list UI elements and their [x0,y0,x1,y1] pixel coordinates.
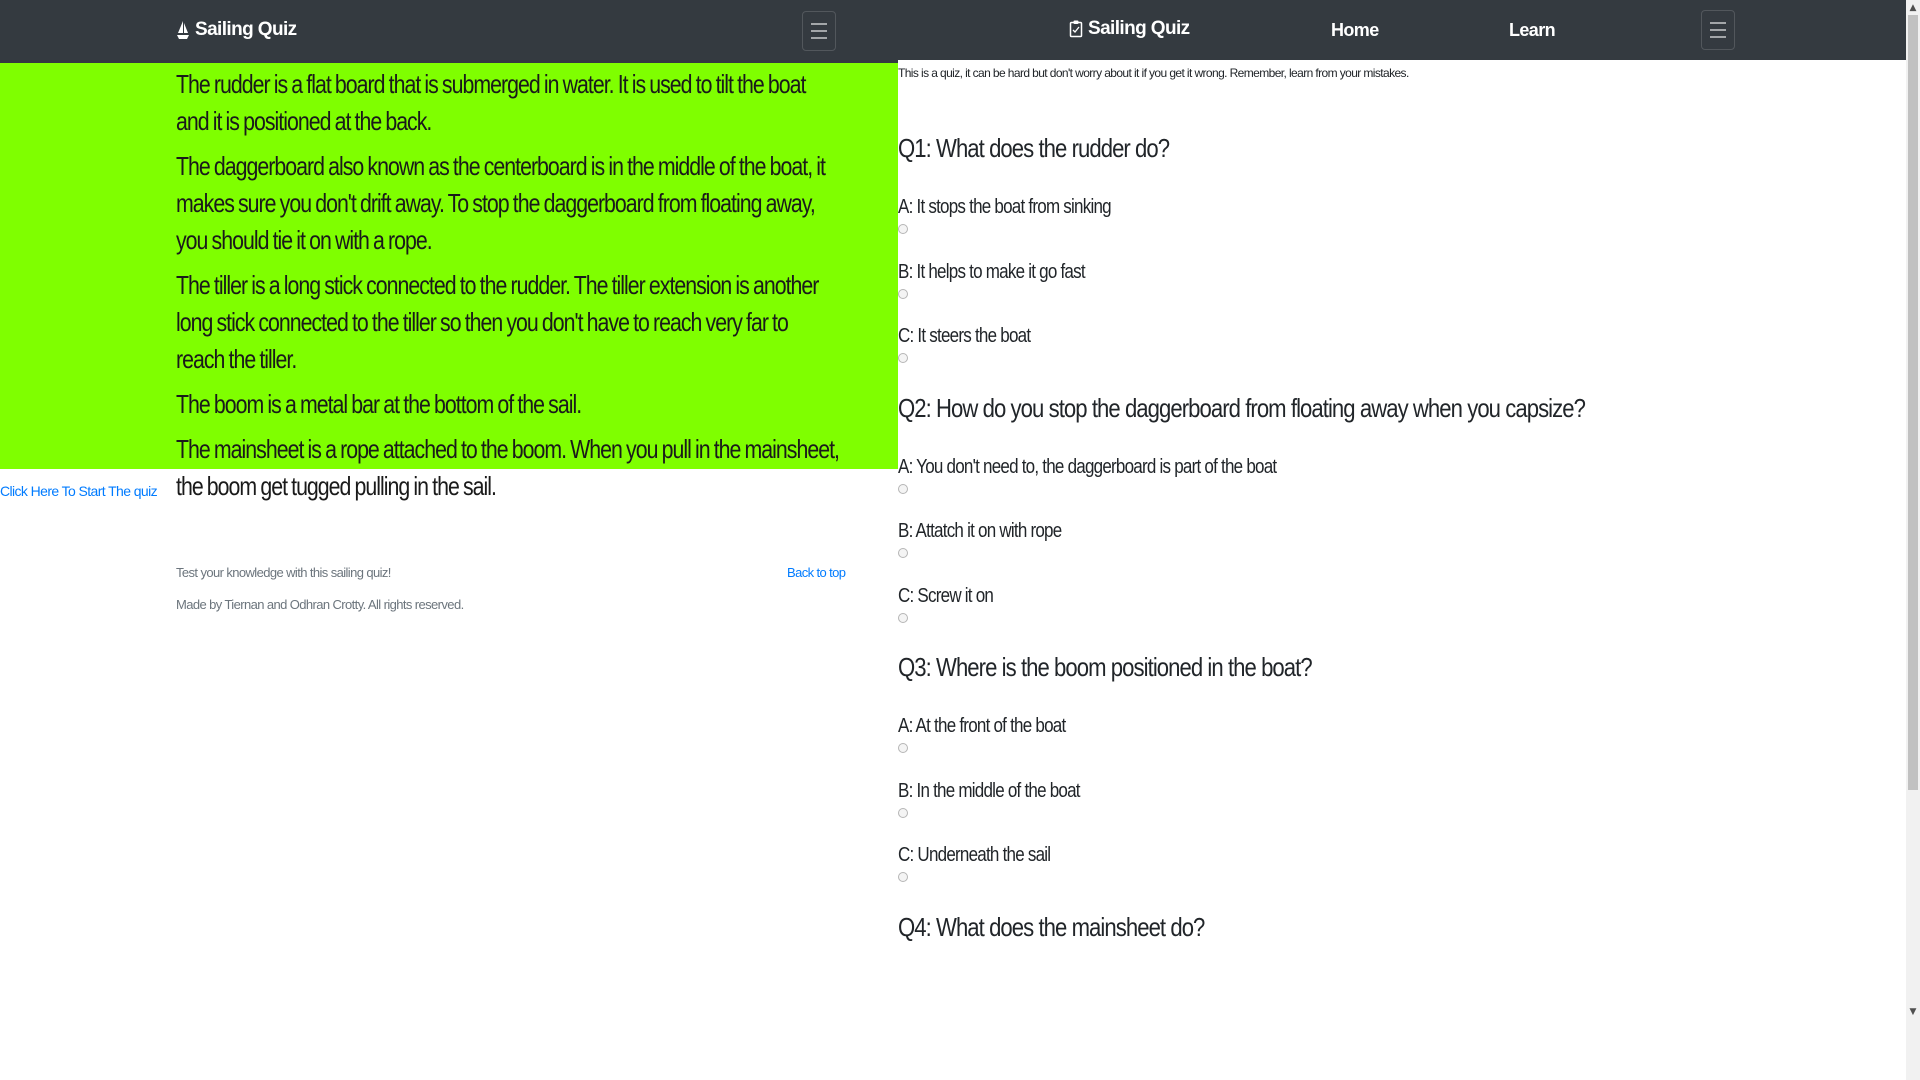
info-panel: The rudder is a flat board that is subme… [0,63,898,501]
back-to-top-link[interactable]: Back to top [787,565,846,580]
quiz-brand-label: Sailing Quiz [1088,18,1190,39]
q1-option-a: A: It stops the boat from sinking [898,194,1798,259]
info-boom: The boom is a metal bar at the bottom of… [176,389,582,419]
nav-home[interactable]: Home [1331,20,1379,41]
option-label: A: It stops the boat from sinking [898,196,1112,218]
scroll-down-arrow-icon[interactable]: ▼ [1908,1006,1918,1018]
q2-radio-c[interactable] [898,612,908,623]
info-daggerboard: The daggerboard also known as the center… [176,151,826,255]
scrollbar-thumb[interactable] [1908,15,1918,790]
q3-option-a: A: At the front of the boat [898,713,1798,778]
option-label: B: In the middle of the boat [898,779,1081,802]
info-rudder: The rudder is a flat board that is subme… [176,69,806,136]
option-label: B: It helps to make it go fast [898,260,1086,283]
quiz-brand-link[interactable]: Sailing Quiz [1069,18,1190,40]
q1-radio-b[interactable] [898,288,908,299]
sailboat-icon [177,21,189,39]
navbar-toggler[interactable] [802,11,836,51]
option-label: A: At the front of the boat [898,715,1066,737]
q1-radio-c[interactable] [898,353,908,363]
question-4: Q4: What does the mainsheet do? [898,911,1205,942]
nav-learn[interactable]: Learn [1509,20,1556,41]
q3-radio-c[interactable] [898,872,908,882]
info-tiller: The tiller is a long stick connected to … [176,270,819,374]
q2-radio-b[interactable] [898,548,908,558]
right-navbar [898,0,1906,60]
left-navbar: Sailing Quiz [0,0,898,63]
question-2: Q2: How do you stop the daggerboard from… [898,392,1586,423]
q3-option-c: C: Underneath the sail [898,842,1798,907]
hamburger-menu-icon [1710,22,1726,24]
quiz-navbar-toggler[interactable] [1701,10,1735,50]
start-quiz-link[interactable]: Click Here To Start The quiz [0,483,158,499]
q1-radio-a[interactable] [898,224,908,234]
q3-radio-b[interactable] [898,807,908,818]
q2-radio-a[interactable] [898,483,908,494]
brand-label: Sailing Quiz [195,19,297,40]
question-3: Q3: Where is the boom positioned in the … [898,652,1313,682]
q2-option-c: C: Screw it on [898,583,1798,648]
info-text: The rudder is a flat board that is subme… [176,66,840,513]
footer-tagline: Test your knowledge with this sailing qu… [176,565,391,580]
clipboard-icon [1069,20,1083,38]
quiz-intro: This is a quiz, it can be hard but don't… [898,66,1409,80]
question-1: Q1: What does the rudder do? [898,133,1170,163]
scroll-up-arrow-icon[interactable]: ▲ [1908,2,1918,14]
option-label: A: You don't need to, the daggerboard is… [898,455,1277,478]
q2-option-a: A: You don't need to, the daggerboard is… [898,454,1798,519]
option-label: C: It steers the boat [898,325,1031,347]
q1-option-b: B: It helps to make it go fast [898,259,1798,324]
q2-option-b: B: Attatch it on with rope [898,518,1798,583]
q3-option-b: B: In the middle of the boat [898,778,1798,843]
option-label: C: Underneath the sail [898,844,1051,866]
q1-option-c: C: It steers the boat [898,323,1798,388]
info-mainsheet: The mainsheet is a rope attached to the … [176,434,840,501]
option-label: B: Attatch it on with rope [898,520,1062,542]
option-label: C: Screw it on [898,584,994,607]
vertical-scrollbar[interactable]: ▲ ▼ [1906,0,1920,1080]
hamburger-menu-icon [811,23,827,25]
quiz-form: Q1: What does the rudder do? A: It stops… [898,128,1798,973]
brand-link[interactable]: Sailing Quiz [176,19,297,41]
footer-credit: Made by Tiernan and Odhran Crotty. All r… [176,597,464,612]
q3-radio-a[interactable] [898,743,908,753]
